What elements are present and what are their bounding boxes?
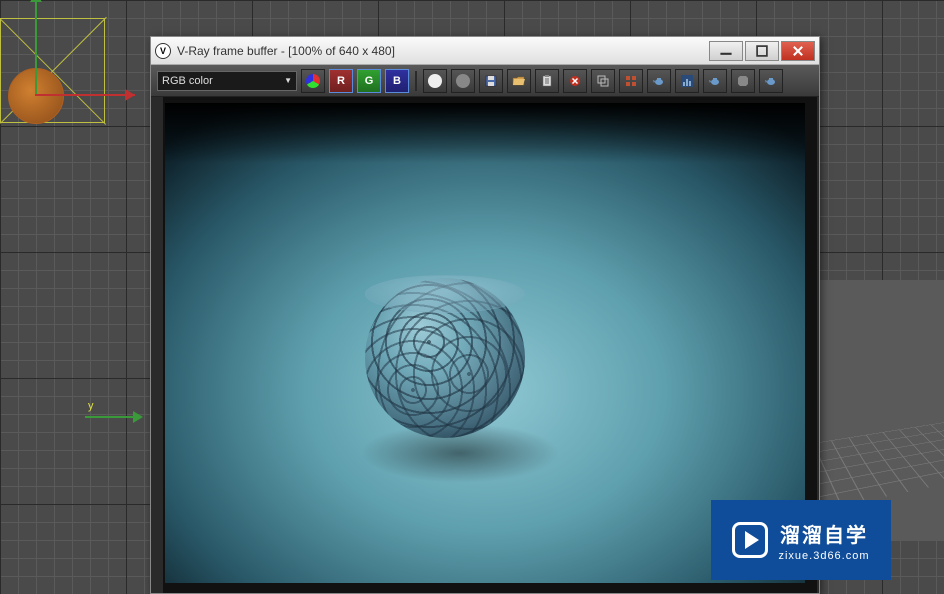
red-channel-button[interactable]: R [329,69,353,93]
close-button[interactable] [781,41,815,61]
stop-button[interactable] [731,69,755,93]
rgb-icon [306,74,320,88]
render-teapot-button[interactable] [647,69,671,93]
circle-white-icon [428,74,442,88]
region-render-button[interactable] [619,69,643,93]
axis-y-label: y [88,400,94,412]
vray-app-icon: V [155,43,171,59]
open-button[interactable] [507,69,531,93]
watermark-line2: zixue.3d66.com [778,550,869,562]
axis-y-arrow-icon [133,411,143,423]
duplicate-icon [596,74,610,88]
green-channel-button[interactable]: G [357,69,381,93]
gizmo-top-left[interactable] [0,0,140,140]
toolbar-separator [415,71,417,91]
region-icon [624,74,638,88]
toolbar: RGB color R G B [151,65,819,97]
duplicate-button[interactable] [591,69,615,93]
maximize-button[interactable] [745,41,779,61]
axis-y-line [85,416,135,418]
axis-x-arrow-icon [125,89,135,101]
render-last-button[interactable] [703,69,727,93]
teapot-icon [708,74,722,88]
clipboard-icon [540,74,554,88]
window-title: V-Ray frame buffer - [100% of 640 x 480] [177,44,709,58]
watermark-text: 溜溜自学 zixue.3d66.com [778,519,869,562]
folder-icon [512,74,526,88]
play-triangle-icon [745,531,759,549]
stop-icon [736,74,750,88]
channel-select-value: RGB color [162,75,213,87]
circle-gray-icon [456,74,470,88]
clear-button[interactable] [563,69,587,93]
rgb-channels-button[interactable] [301,69,325,93]
teapot-icon [652,74,666,88]
watermark-play-icon [732,522,768,558]
render-settings-button[interactable] [759,69,783,93]
channel-select[interactable]: RGB color [157,71,297,91]
minimize-button[interactable] [709,41,743,61]
axis-z-arrow-icon [30,0,42,2]
axis-x-line [35,94,135,96]
clipboard-button[interactable] [535,69,559,93]
rendered-sphere-lid [365,275,525,313]
teapot-icon [764,74,778,88]
histogram-button[interactable] [675,69,699,93]
save-icon [484,74,498,88]
mono-gray-button[interactable] [451,69,475,93]
histogram-icon [680,74,694,88]
save-button[interactable] [479,69,503,93]
rendered-image [165,103,805,583]
watermark-badge: 溜溜自学 zixue.3d66.com [711,500,891,580]
blue-channel-button[interactable]: B [385,69,409,93]
watermark-line1: 溜溜自学 [780,519,868,548]
delete-icon [568,74,582,88]
axis-z-line [35,0,37,95]
render-vignette [165,103,805,163]
titlebar[interactable]: V V-Ray frame buffer - [100% of 640 x 48… [151,37,819,65]
window-controls [709,41,815,61]
mono-white-button[interactable] [423,69,447,93]
